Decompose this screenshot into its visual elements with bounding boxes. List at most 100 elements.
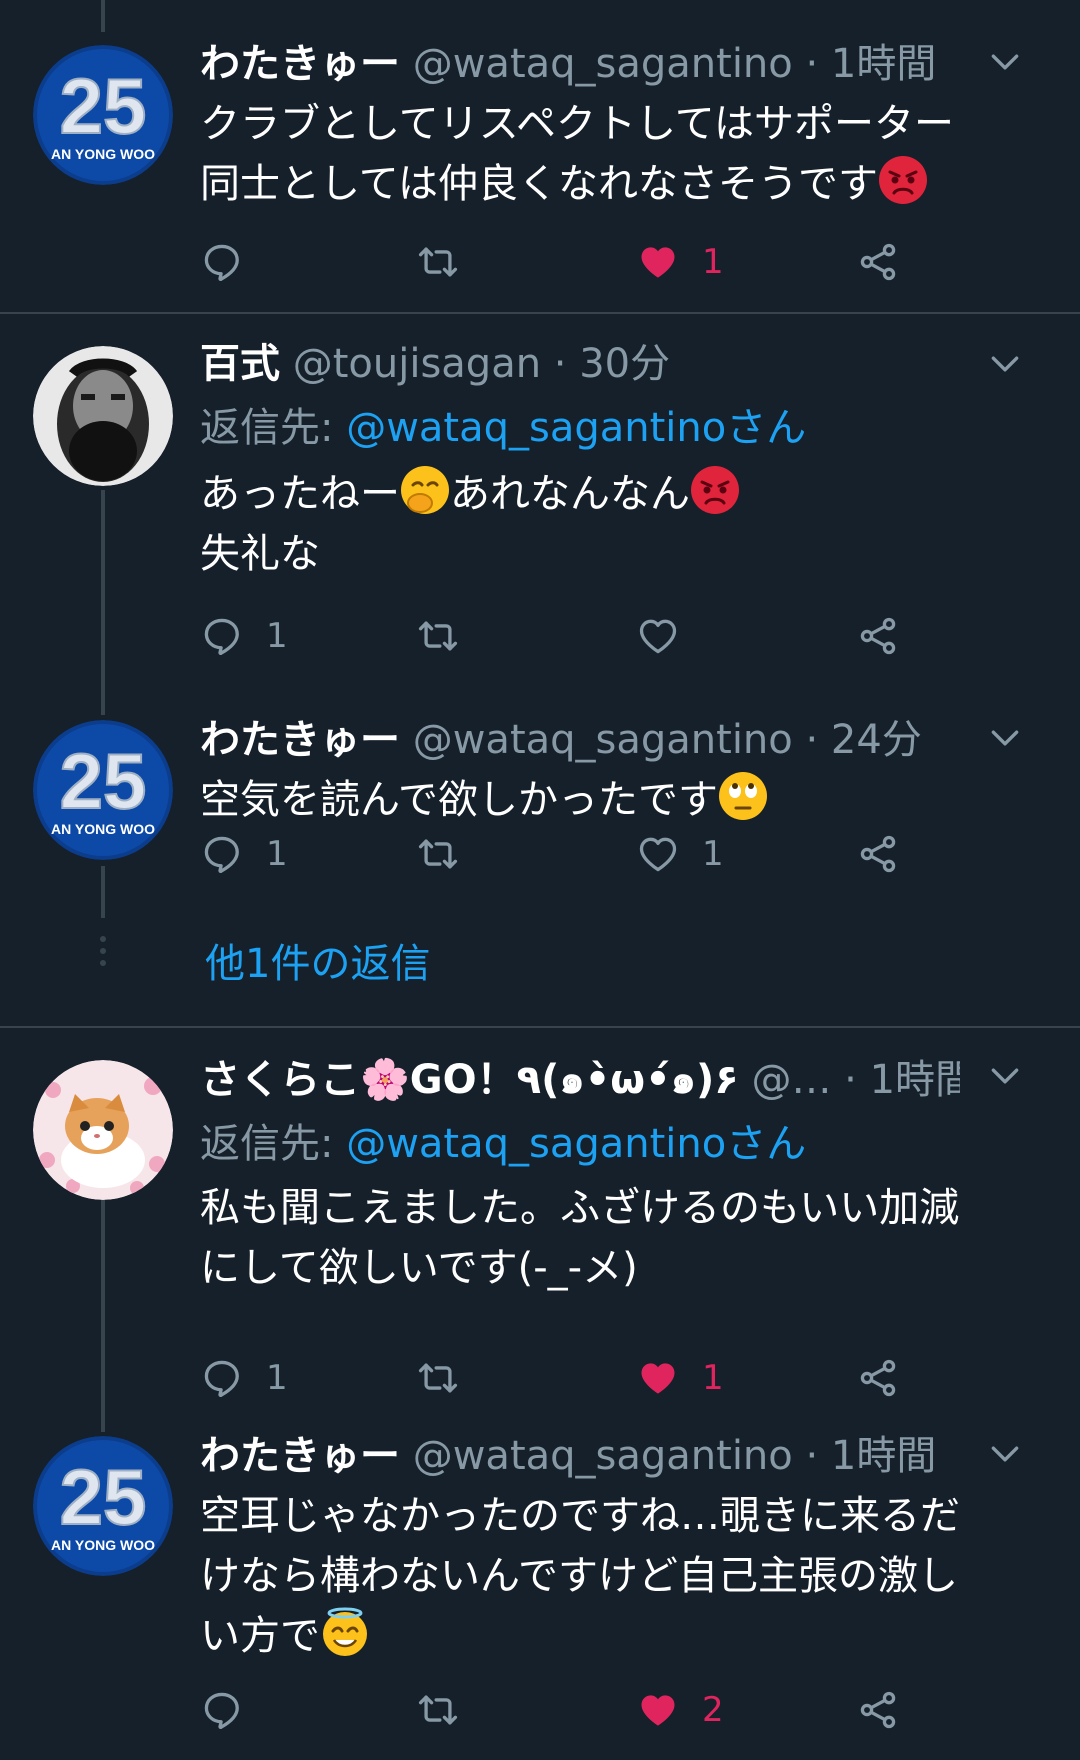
share-button[interactable] — [856, 1680, 900, 1740]
tweet-text-line: 私も聞こえました。ふざけるのもいい加減 — [200, 1185, 960, 1231]
like-button[interactable] — [636, 606, 702, 666]
retweet-button[interactable] — [416, 824, 460, 884]
retweet-button[interactable] — [416, 1680, 460, 1740]
tweet-text: あったねー あれなんなん 失礼な — [200, 464, 1050, 584]
display-name[interactable]: わたきゅー — [200, 717, 400, 763]
reply-button[interactable]: 1 — [200, 824, 288, 884]
share-button[interactable] — [856, 824, 900, 884]
display-name[interactable]: わたきゅー — [200, 41, 400, 87]
like-button[interactable]: 1 — [636, 824, 724, 884]
retweet-icon — [416, 832, 460, 876]
tweet-text: 空気を読んで欲しかったです — [200, 770, 1050, 830]
user-handle[interactable]: @wataq_sagantino — [413, 717, 793, 763]
reply-to: 返信先: @wataq_sagantinoさん — [200, 1116, 806, 1172]
timestamp[interactable]: 24分 — [831, 717, 922, 763]
tweet-text-line: けなら構わないんですけど自己主張の激し — [200, 1553, 958, 1599]
retweet-button[interactable] — [416, 606, 460, 666]
tweet-text-line: 空耳じゃなかったのですね…覗きに来るだ — [200, 1493, 960, 1539]
timestamp[interactable]: 1時間 — [831, 1433, 936, 1479]
heart-filled-icon — [636, 1356, 680, 1400]
user-handle[interactable]: @wataq_sagantino — [413, 41, 793, 87]
reply-icon — [200, 1356, 244, 1400]
tweet-text-line: にして欲しいです(-_-メ) — [200, 1245, 638, 1291]
reply-to: 返信先: @wataq_sagantinoさん — [200, 400, 806, 456]
tweet[interactable]: わたきゅー @wataq_sagantino · 24分 空気を読んで欲しかった… — [0, 700, 1080, 1026]
share-icon — [856, 832, 900, 876]
avatar[interactable] — [33, 1060, 173, 1200]
user-handle[interactable]: @… — [751, 1057, 831, 1103]
reply-to-label: 返信先: — [200, 405, 334, 451]
avatar[interactable] — [33, 1436, 173, 1576]
tweet-text: 空耳じゃなかったのですね…覗きに来るだ けなら構わないんですけど自己主張の激し … — [200, 1486, 1050, 1666]
reply-icon — [200, 614, 244, 658]
tweet[interactable]: わたきゅー @wataq_sagantino · 1時間 空耳じゃなかったのです… — [0, 1420, 1080, 1760]
timestamp[interactable]: 1時間 — [831, 41, 936, 87]
heart-filled-icon — [636, 1688, 680, 1732]
chevron-down-icon[interactable] — [985, 344, 1025, 384]
tweet[interactable]: さくらこ🌸GO！٩(๑•̀ω•́๑)۶ @… · 1時間 返信先: @wataq… — [0, 1028, 1080, 1408]
tweet-text-line: 失礼な — [200, 531, 320, 577]
heart-icon — [636, 614, 680, 658]
like-button[interactable]: 2 — [636, 1680, 724, 1740]
display-name[interactable]: 百式 — [200, 341, 280, 387]
share-icon — [856, 1688, 900, 1732]
display-name[interactable]: さくらこ🌸GO！٩(๑•̀ω•́๑)۶ — [200, 1057, 739, 1103]
heart-filled-icon — [636, 240, 680, 284]
tweet-text-line: あったねー あれなんなん — [200, 464, 1050, 524]
tweet[interactable]: わたきゅー @wataq_sagantino · 1時間 クラブとしてリスペクト… — [0, 0, 1080, 312]
share-button[interactable] — [856, 1348, 900, 1408]
tweet-actions: 2 — [200, 1680, 920, 1740]
separator-dot: · — [805, 41, 819, 87]
reply-button[interactable]: 1 — [200, 606, 288, 666]
avatar[interactable] — [33, 346, 173, 486]
chevron-down-icon[interactable] — [985, 718, 1025, 758]
tweet-actions: 1 1 — [200, 824, 920, 884]
tweet-text-line: 同士としては仲良くなれなさそうです — [200, 154, 1050, 214]
tweet-header: わたきゅー @wataq_sagantino · 24分 — [200, 712, 960, 768]
tweet[interactable]: 百式 @toujisagan · 30分 返信先: @wataq_saganti… — [0, 314, 1080, 680]
chevron-down-icon[interactable] — [985, 1056, 1025, 1096]
reply-to-user-link[interactable]: @wataq_sagantinoさん — [346, 405, 806, 451]
retweet-icon — [416, 1688, 460, 1732]
share-icon — [856, 1356, 900, 1400]
timestamp[interactable]: 30分 — [579, 341, 670, 387]
like-button[interactable]: 1 — [636, 232, 724, 292]
separator-dot: · — [805, 1433, 819, 1479]
separator-dot: · — [844, 1057, 857, 1103]
tweet-actions: 1 1 — [200, 1348, 920, 1408]
tweet-text-line: 空気を読んで欲しかったです — [200, 770, 1050, 830]
display-name[interactable]: わたきゅー — [200, 1433, 400, 1479]
tweet-text: クラブとしてリスペクトしてはサポーター 同士としては仲良くなれなさそうです — [200, 94, 1050, 214]
user-handle[interactable]: @wataq_sagantino — [413, 1433, 793, 1479]
angry-face-icon — [691, 466, 739, 514]
chevron-down-icon[interactable] — [985, 1434, 1025, 1474]
chevron-down-icon[interactable] — [985, 42, 1025, 82]
reply-icon — [200, 240, 244, 284]
tweet-actions: 1 — [200, 232, 920, 292]
timestamp[interactable]: 1時間 — [870, 1057, 960, 1103]
retweet-button[interactable] — [416, 232, 460, 292]
retweet-button[interactable] — [416, 1348, 460, 1408]
tweet-text-line: い方で — [200, 1606, 1050, 1666]
tweet-header: わたきゅー @wataq_sagantino · 1時間 — [200, 36, 960, 92]
like-button[interactable]: 1 — [636, 1348, 724, 1408]
retweet-icon — [416, 614, 460, 658]
reply-to-user-link[interactable]: @wataq_sagantinoさん — [346, 1121, 806, 1167]
tweet-text: 私も聞こえました。ふざけるのもいい加減 にして欲しいです(-_-メ) — [200, 1178, 1050, 1298]
reply-button[interactable]: 1 — [200, 1348, 288, 1408]
reply-button[interactable] — [200, 232, 266, 292]
share-button[interactable] — [856, 606, 900, 666]
share-button[interactable] — [856, 232, 900, 292]
reply-to-label: 返信先: — [200, 1121, 334, 1167]
hand-over-mouth-face-icon — [401, 466, 449, 514]
reply-button[interactable] — [200, 1680, 266, 1740]
separator-dot: · — [553, 341, 567, 387]
eye-roll-face-icon — [719, 772, 767, 820]
user-handle[interactable]: @toujisagan — [293, 341, 541, 387]
avatar[interactable] — [33, 720, 173, 860]
show-more-replies-link[interactable]: 他1件の返信 — [205, 936, 430, 992]
retweet-icon — [416, 240, 460, 284]
tweet-header: わたきゅー @wataq_sagantino · 1時間 — [200, 1428, 960, 1484]
avatar[interactable] — [33, 45, 173, 185]
tweet-actions: 1 — [200, 606, 920, 666]
